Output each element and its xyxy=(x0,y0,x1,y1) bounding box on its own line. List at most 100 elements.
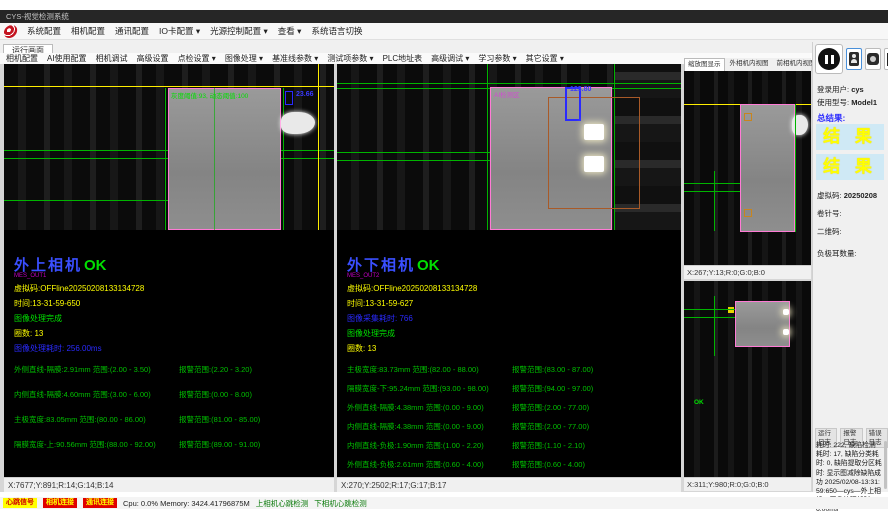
tab-outer-camera-view[interactable]: 外相机内视图 xyxy=(727,58,772,71)
right-bottom-pixel-coordinates: X:311;Y:980;R:0;G:0;B:0 xyxy=(684,477,811,491)
menu-system-config[interactable]: 系统配置 xyxy=(27,25,61,37)
middle-acquire-elapsed: 图像采集耗时: 766 xyxy=(347,313,681,324)
measurement-value: 外侧直线-隔膜:4.38mm 范围:(0.00 - 9.00) xyxy=(347,403,484,412)
right-view-column: 缩放图显示 外相机内视图 前相机内视图 X:267;Y:13;R:0;G:0;B… xyxy=(684,58,811,492)
left-camera-view[interactable]: 灰度阈值:93, 动态阈值:100 23.66 xyxy=(4,64,334,230)
right-view-tabs: 缩放图显示 外相机内视图 前相机内视图 xyxy=(684,58,811,71)
middle-report: 外下相机OK MES_OUT2 虚拟码:OFFline2025020813313… xyxy=(337,230,681,477)
tool-advanced-debug[interactable]: 高级调试 ▾ xyxy=(431,53,469,64)
measurement-value: 主极宽度:83.73mm 范围:(82.00 - 88.00) xyxy=(347,365,479,374)
green-line xyxy=(714,171,715,231)
tab-zoom-display[interactable]: 缩放图显示 xyxy=(684,58,725,71)
tool-camera-config[interactable]: 相机配置 xyxy=(6,53,38,64)
heartbeat-badge: 心跳信号 xyxy=(3,498,37,508)
control-sidebar: 登录用户: cys 使用型号: Model1 总结果: 结 果 结 果 虚拟码:… xyxy=(812,42,888,492)
menu-io-config[interactable]: IO卡配置 ▾ xyxy=(159,25,200,37)
cpu-memory-readout: Cpu: 0.0% Memory: 3424.41796875M xyxy=(123,499,250,508)
log-scrollbar[interactable] xyxy=(884,441,887,489)
user-button[interactable] xyxy=(846,48,862,70)
left-barcode: 虚拟码:OFFline20250208133134728 xyxy=(14,283,334,294)
middle-time: 时间:13-31-59-627 xyxy=(347,298,681,309)
measurement-value: 隔膜宽度-下:95.24mm 范围:(93.00 - 98.00) xyxy=(347,384,489,393)
alarm-range: 报警范围:(1.10 - 2.10) xyxy=(512,440,585,451)
alarm-range: 报警范围:(2.20 - 3.20) xyxy=(179,364,252,375)
middle-process-done: 图像处理完成 xyxy=(347,328,681,339)
green-line xyxy=(714,296,715,356)
total-result-label: 总结果: xyxy=(817,112,845,124)
threshold-overlay-label: 灰度阈值:93, 动态阈值:100 xyxy=(171,90,248,100)
tool-test-params[interactable]: 测试项参数 ▾ xyxy=(327,53,373,64)
measurement-value: 内侧直线-隔膜:4.38mm 范围:(0.00 - 9.00) xyxy=(347,422,484,431)
middle-lap-count: 圈数: 13 xyxy=(347,343,681,354)
blue-measure-label: 23.66 xyxy=(296,91,314,98)
measurement-row: 主极宽度:83.73mm 范围:(82.00 - 88.00) 报警范围:(83… xyxy=(347,364,681,375)
bright-defect-spot xyxy=(783,309,789,315)
menu-comm-config[interactable]: 通讯配置 xyxy=(115,25,149,37)
menu-language-switch[interactable]: 系统语言切换 xyxy=(311,25,362,37)
camera-button[interactable] xyxy=(865,48,881,70)
measurement-value: 主极宽度:83.05mm 范围:(80.00 - 86.00) xyxy=(14,415,146,424)
measurement-value: 隔膜宽度-上:90.56mm 范围:(88.00 - 92.00) xyxy=(14,440,156,449)
measurement-row: 主极宽度:83.05mm 范围:(80.00 - 86.00) 报警范围:(81… xyxy=(14,414,334,425)
alarm-range: 报警范围:(0.60 - 4.00) xyxy=(512,459,585,470)
model-row: 使用型号: Model1 xyxy=(817,97,877,108)
result-ok-overlay: OK xyxy=(694,399,704,406)
alarm-range: 报警范围:(89.00 - 91.00) xyxy=(179,439,260,450)
tool-plc-address-table[interactable]: PLC地址表 xyxy=(383,53,423,64)
tool-learning-params[interactable]: 学习参数 ▾ xyxy=(478,53,516,64)
measurement-row: 内侧直线-隔膜:4.60mm 范围:(3.00 - 6.00) 报警范围:(0.… xyxy=(14,389,334,400)
measurement-value: 外侧直线-负极:2.61mm 范围:(0.60 - 4.00) xyxy=(347,460,484,469)
status-bar: 心跳信号 相机连接 通讯连接 Cpu: 0.0% Memory: 3424.41… xyxy=(0,497,888,509)
sidebar-buttons xyxy=(815,44,888,74)
orange-marker-box xyxy=(744,209,752,217)
middle-camera-status: OK xyxy=(417,257,440,274)
middle-camera-panel: AI检测区 123.80 外下相机OK MES_OUT2 虚拟码:OFFline… xyxy=(337,64,681,492)
menu-camera-config[interactable]: 相机配置 xyxy=(71,25,105,37)
pause-button[interactable] xyxy=(815,44,843,74)
menu-light-config[interactable]: 光源控制配置 ▾ xyxy=(210,25,268,37)
right-top-camera-view[interactable] xyxy=(684,71,811,265)
ai-detect-box xyxy=(548,97,640,209)
measurement-row: 外侧直线-隔膜:2.91mm 范围:(2.00 - 3.50) 报警范围:(2.… xyxy=(14,364,334,375)
green-line xyxy=(165,88,166,230)
lower-camera-heartbeat: 下相机心跳检测 xyxy=(314,498,367,509)
menu-view[interactable]: 查看 ▾ xyxy=(278,25,302,37)
green-line xyxy=(684,191,740,192)
left-report: 外上相机OK MES_OUT1 虚拟码:OFFline2025020813313… xyxy=(4,230,334,477)
left-camera-panel: 灰度阈值:93, 动态阈值:100 23.66 外上相机OK MES_OUT1 … xyxy=(4,64,334,492)
yellow-line xyxy=(4,86,334,87)
tool-spotcheck-settings[interactable]: 点检设置 ▾ xyxy=(178,53,216,64)
tool-image-processing[interactable]: 图像处理 ▾ xyxy=(225,53,263,64)
alarm-range: 报警范围:(2.00 - 77.00) xyxy=(512,402,589,413)
tool-ai-config[interactable]: AI使用配置 xyxy=(47,53,87,64)
upper-camera-heartbeat: 上相机心跳检测 xyxy=(256,498,309,509)
user-icon xyxy=(849,52,859,66)
left-camera-name: 外上相机 xyxy=(14,257,82,274)
middle-camera-title: 外下相机OK xyxy=(347,254,681,275)
exit-button[interactable] xyxy=(884,48,888,70)
middle-camera-view[interactable]: AI检测区 123.80 xyxy=(337,64,681,230)
tab-strip: 运行画面 xyxy=(0,40,888,53)
model-value[interactable]: Model1 xyxy=(851,98,877,107)
middle-measurements: 主极宽度:83.73mm 范围:(82.00 - 88.00) 报警范围:(83… xyxy=(347,364,681,470)
measurement-row: 内侧直线-隔膜:4.38mm 范围:(0.00 - 9.00) 报警范围:(2.… xyxy=(347,421,681,432)
tool-other-settings[interactable]: 其它设置 ▾ xyxy=(526,53,564,64)
window-titlebar: CYS-视觉检测系统 xyxy=(0,10,888,23)
alarm-range: 报警范围:(0.00 - 8.00) xyxy=(179,389,252,400)
measurement-row: 内侧直线-负极:1.90mm 范围:(1.00 - 2.20) 报警范围:(1.… xyxy=(347,440,681,451)
green-line xyxy=(337,83,681,84)
window-title: CYS-视觉检测系统 xyxy=(6,12,69,21)
tool-baseline-params[interactable]: 基准线参数 ▾ xyxy=(272,53,318,64)
comm-link-badge: 通讯连接 xyxy=(83,498,117,508)
alarm-range: 报警范围:(81.00 - 85.00) xyxy=(179,414,260,425)
bright-defect-spot xyxy=(584,156,604,172)
left-time: 时间:13-31-59-650 xyxy=(14,298,334,309)
alarm-range: 报警范围:(83.00 - 87.00) xyxy=(512,364,593,375)
tool-camera-debug[interactable]: 相机调试 xyxy=(96,53,128,64)
tool-advanced-settings[interactable]: 高级设置 xyxy=(137,53,169,64)
alarm-range: 报警范围:(2.00 - 77.00) xyxy=(512,421,589,432)
measurement-row: 隔膜宽度-下:95.24mm 范围:(93.00 - 98.00) 报警范围:(… xyxy=(347,383,681,394)
blue-measure-box xyxy=(285,91,293,105)
right-bottom-camera-view[interactable]: OK xyxy=(684,281,811,477)
measurement-row: 外侧直线-隔膜:4.38mm 范围:(0.00 - 9.00) 报警范围:(2.… xyxy=(347,402,681,413)
